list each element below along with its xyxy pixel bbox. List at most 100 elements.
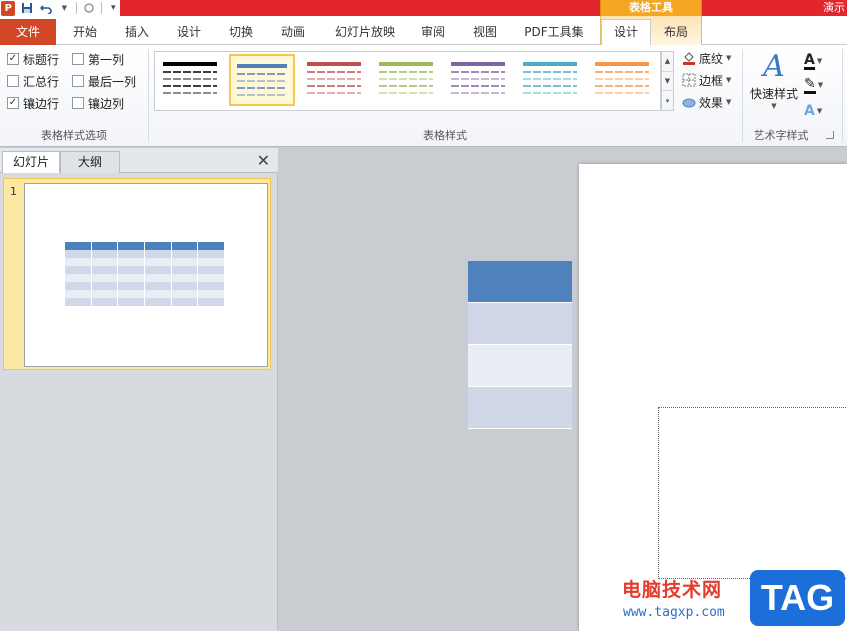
tab-animations[interactable]: 动画: [270, 21, 316, 45]
table-style-swatch[interactable]: [373, 54, 439, 106]
text-fill-button[interactable]: A ▼: [804, 51, 834, 71]
slide-thumbnail-item[interactable]: 1: [3, 178, 271, 370]
slide-canvas[interactable]: [579, 164, 847, 631]
option-label: 镶边列: [88, 96, 125, 111]
option-last-column[interactable]: 最后一列: [72, 72, 136, 90]
swatch-line: [307, 92, 361, 94]
powerpoint-app-icon[interactable]: P: [1, 0, 16, 16]
table-style-swatch[interactable]: [517, 54, 583, 106]
watermark-site-name: 电脑技术网: [622, 579, 723, 601]
undo-icon[interactable]: [39, 1, 53, 15]
panel-tabs: 幻灯片 大纲 ✕: [0, 148, 278, 173]
group-label-wordart-styles: 艺术字样式: [753, 129, 809, 142]
tab-slides[interactable]: 幻灯片: [2, 151, 60, 173]
option-banded-rows[interactable]: ✓ 镶边行: [7, 94, 59, 112]
thumbnail-table-cell: [65, 242, 92, 250]
swatch-line: [523, 85, 577, 87]
borders-label: 边框: [699, 73, 724, 88]
checkbox[interactable]: [72, 75, 84, 87]
table-style-swatch[interactable]: [157, 54, 223, 106]
checkbox[interactable]: [72, 53, 84, 65]
tab-table-layout[interactable]: 布局: [652, 21, 700, 45]
gallery-scroll-down-icon[interactable]: ▼: [662, 72, 673, 92]
option-first-column[interactable]: 第一列: [72, 50, 124, 68]
swatch-line: [307, 71, 361, 73]
thumbnail-table-row: [65, 242, 226, 250]
slide-table[interactable]: [465, 258, 575, 429]
qat-dropdown-icon[interactable]: ▾: [106, 1, 120, 15]
tab-design[interactable]: 设计: [166, 21, 212, 45]
undo-dropdown-icon[interactable]: ▼: [58, 1, 72, 15]
checkbox[interactable]: ✓: [7, 53, 19, 65]
shading-button[interactable]: 底纹 ▼: [682, 48, 731, 68]
tab-slideshow[interactable]: 幻灯片放映: [326, 21, 404, 45]
swatch-line: [523, 62, 577, 66]
thumbnail-table-cell: [91, 298, 119, 306]
text-outline-button[interactable]: ✎ ▼: [804, 75, 834, 95]
swatch-line: [595, 71, 649, 73]
swatch-line: [523, 78, 577, 80]
swatch-line: [237, 80, 287, 82]
swatch-line: [307, 85, 361, 87]
tab-file[interactable]: 文件: [0, 19, 56, 45]
table-selection-frame[interactable]: [658, 407, 847, 579]
tab-transitions[interactable]: 切换: [218, 21, 264, 45]
redo-icon[interactable]: [82, 1, 96, 15]
tab-insert[interactable]: 插入: [114, 21, 160, 45]
checkbox[interactable]: [72, 97, 84, 109]
swatch-line: [379, 92, 433, 94]
table-style-swatch[interactable]: [301, 54, 367, 106]
tab-view[interactable]: 视图: [462, 21, 508, 45]
thumbnail-table-row: [65, 266, 226, 274]
close-icon[interactable]: ✕: [257, 151, 270, 170]
swatch-line: [451, 62, 505, 66]
dialog-launcher-icon[interactable]: [826, 131, 834, 139]
tab-home[interactable]: 开始: [62, 21, 108, 45]
thumbnail-table-cell: [171, 258, 199, 266]
quick-styles-button[interactable]: A 快速样式 ▼: [748, 49, 800, 110]
swatch-line: [595, 85, 649, 87]
borders-button[interactable]: 边框 ▼: [682, 70, 731, 90]
swatch-line: [595, 62, 649, 66]
option-banded-columns[interactable]: 镶边列: [72, 94, 124, 112]
table-style-swatch[interactable]: [445, 54, 511, 106]
thumbnail-table-cell: [91, 250, 119, 258]
swatch-line: [379, 62, 433, 66]
swatch-line: [379, 85, 433, 87]
gallery-more-icon[interactable]: ▾: [662, 91, 673, 110]
slide-table-row[interactable]: [468, 387, 572, 429]
effects-button[interactable]: 效果 ▼: [682, 92, 731, 112]
table-style-swatch[interactable]: [589, 54, 655, 106]
thumbnail-table-row: [65, 274, 226, 282]
tab-review[interactable]: 审阅: [410, 21, 456, 45]
thumbnail-table-cell: [171, 282, 199, 290]
thumbnail-table-cell: [65, 250, 92, 258]
save-icon[interactable]: [20, 1, 34, 15]
watermark-url: www.tagxp.com: [623, 605, 725, 620]
tab-table-design[interactable]: 设计: [601, 19, 651, 46]
gallery-scroll-up-icon[interactable]: ▲: [662, 52, 673, 72]
effects-icon: [682, 95, 696, 109]
wordart-a-icon: A: [763, 49, 785, 84]
thumbnail-table-cell: [65, 258, 92, 266]
option-label: 镶边行: [23, 96, 60, 111]
checkbox[interactable]: ✓: [7, 97, 19, 109]
thumbnail-table-cell: [171, 250, 199, 258]
swatch-line: [451, 71, 505, 73]
shading-label: 底纹: [699, 51, 724, 66]
title-bar: P ▼ ▾ 表格工具 演示: [0, 0, 847, 16]
checkbox[interactable]: [7, 75, 19, 87]
slide-thumbnail[interactable]: [24, 183, 268, 367]
slide-table-row[interactable]: [468, 303, 572, 345]
slide-table-row[interactable]: [468, 261, 572, 303]
tab-outline[interactable]: 大纲: [60, 151, 120, 173]
swatch-line: [595, 92, 649, 94]
tab-pdf-tools[interactable]: PDF工具集: [514, 21, 594, 45]
option-total-row[interactable]: 汇总行: [7, 72, 59, 90]
text-effects-button[interactable]: A ▼: [804, 101, 834, 121]
option-header-row[interactable]: ✓ 标题行: [7, 50, 59, 68]
table-style-swatch[interactable]: [229, 54, 295, 106]
slide-table-row[interactable]: [468, 345, 572, 387]
slides-panel: 幻灯片 大纲 ✕ 1: [0, 148, 278, 631]
thumbnail-table-cell: [65, 266, 92, 274]
